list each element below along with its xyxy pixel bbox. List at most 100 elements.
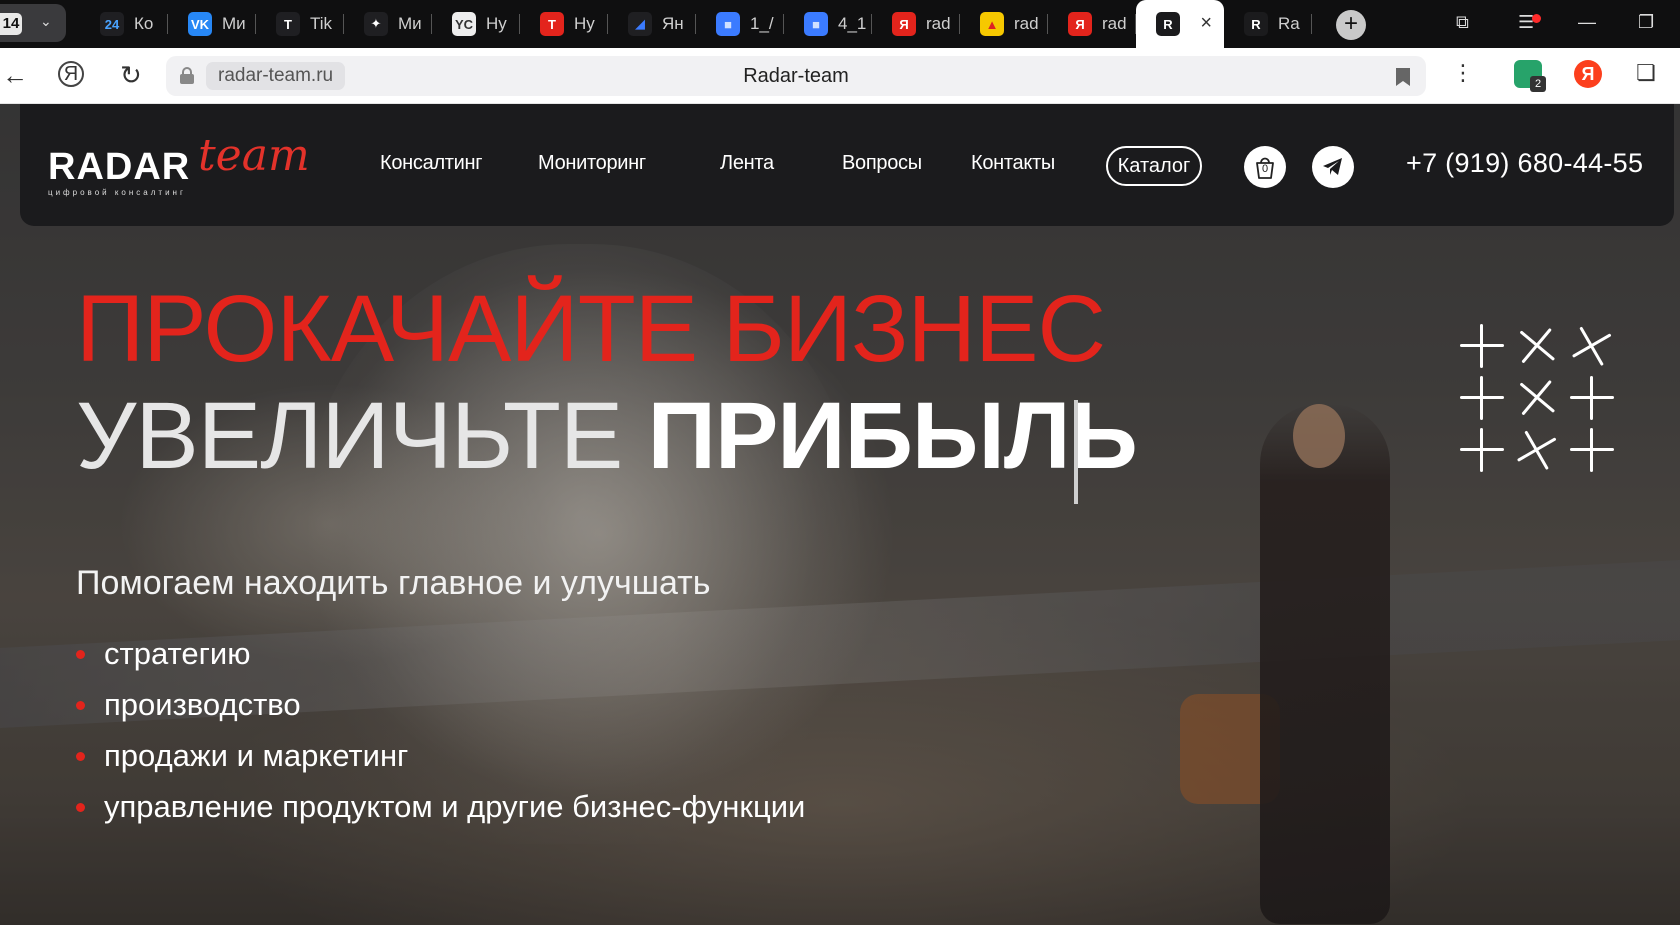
telegram-icon <box>1323 158 1342 175</box>
list-item: продажи и маркетинг <box>76 734 805 785</box>
sidebar-icon[interactable]: ❏ <box>1636 60 1656 86</box>
close-tab-icon[interactable]: × <box>1200 12 1212 35</box>
sparkle-icon <box>1506 367 1568 429</box>
url-bar[interactable]: radar-team.ru Radar-team <box>166 56 1426 96</box>
browser-tab-strip: 14 ⌄ 24 Ко VK Ми T Tik ✦ Ми YC Ну T Ну ◢ Ян ■ 1_/ ■ 4_1 Яr… <box>0 0 1680 48</box>
nav-consulting[interactable]: Консалтинг <box>380 152 483 175</box>
catalog-button[interactable]: Каталог <box>1106 146 1202 186</box>
bookmarks-panel-icon[interactable]: ⧉ <box>1456 12 1469 33</box>
bullet-dot-icon <box>76 650 85 659</box>
reload-icon[interactable]: ↻ <box>120 60 142 90</box>
yandex-account-icon[interactable]: Я <box>1574 60 1602 88</box>
tab-label: rad <box>1102 14 1127 33</box>
browser-tab[interactable]: T Tik <box>256 0 344 48</box>
cart-button[interactable]: 0 <box>1244 146 1286 188</box>
browser-tab[interactable]: ◢ Ян <box>608 0 696 48</box>
browser-tab[interactable]: R × <box>1136 0 1224 48</box>
tab-favicon-icon: Я <box>1068 12 1092 36</box>
browser-tab[interactable]: R Ra <box>1224 0 1312 48</box>
page-title: Radar-team <box>743 65 849 87</box>
tab-label: Ну <box>486 14 507 33</box>
more-options-icon[interactable]: ⋮ <box>1452 60 1474 86</box>
tab-favicon-icon: ◢ <box>628 12 652 36</box>
header-phone[interactable]: +7 (919) 680-44-55 <box>1406 148 1643 179</box>
browser-tab[interactable]: ▲ rad <box>960 0 1048 48</box>
tab-favicon-icon: ■ <box>804 12 828 36</box>
browser-tab[interactable]: 24 Ко <box>80 0 168 48</box>
tab-group-button[interactable]: 14 ⌄ <box>0 4 66 42</box>
logo-wordmark: RADAR <box>48 146 191 188</box>
address-toolbar: ← Я ↻ radar-team.ru Radar-team ⋮ 2 Я ❏ <box>0 48 1680 104</box>
minimize-button[interactable]: — <box>1578 12 1596 33</box>
tab-favicon-icon: T <box>540 12 564 36</box>
tab-label: Ко <box>134 14 154 33</box>
hero-section: RADAR team цифровой консалтинг Консалтин… <box>0 104 1680 925</box>
bullet-dot-icon <box>76 752 85 761</box>
tab-list: 24 Ко VK Ми T Tik ✦ Ми YC Ну T Ну ◢ Ян ■ 1_/ ■ 4_1 Яrad ▲ ra… <box>80 0 1312 48</box>
browser-tab[interactable]: ■ 4_1 <box>784 0 872 48</box>
restore-button[interactable]: ❐ <box>1638 12 1654 33</box>
sparkle-icon <box>1570 428 1614 472</box>
sparkle-icon <box>1507 420 1567 480</box>
nav-contacts[interactable]: Контакты <box>971 152 1055 175</box>
extension-badge: 2 <box>1530 76 1546 92</box>
tab-label: Ми <box>222 14 246 33</box>
tab-favicon-icon: ▲ <box>980 12 1004 36</box>
browser-tab[interactable]: ✦ Ми <box>344 0 432 48</box>
sparkle-icon <box>1460 376 1504 420</box>
tab-label: rad <box>1014 14 1039 33</box>
browser-tab[interactable]: T Ну <box>520 0 608 48</box>
back-arrow-icon[interactable]: ← <box>2 60 28 90</box>
tab-label: 1_/ <box>750 14 774 33</box>
list-item: стратегию <box>76 632 805 683</box>
bullet-dot-icon <box>76 701 85 710</box>
site-header: RADAR team цифровой консалтинг Консалтин… <box>20 104 1674 226</box>
tab-label: Ну <box>574 14 595 33</box>
tab-favicon-icon: R <box>1244 12 1268 36</box>
tab-label: 4_1 <box>838 14 867 33</box>
tab-count: 14 <box>0 13 22 35</box>
browser-tab[interactable]: Яrad <box>872 0 960 48</box>
tab-favicon-icon: T <box>276 12 300 36</box>
tab-favicon-icon: 24 <box>100 12 124 36</box>
nav-questions[interactable]: Вопросы <box>842 152 922 175</box>
lock-icon[interactable] <box>180 67 194 84</box>
tab-favicon-icon: R <box>1156 12 1180 36</box>
site-logo[interactable]: RADAR team цифровой консалтинг <box>48 130 310 200</box>
hero-bullet-list: стратегию производство продажи и маркети… <box>76 632 805 836</box>
sparkle-decoration <box>1460 324 1630 484</box>
nav-monitoring[interactable]: Мониторинг <box>538 152 646 175</box>
bookmark-icon[interactable] <box>1396 68 1410 86</box>
bullet-dot-icon <box>76 803 85 812</box>
yandex-icon[interactable]: Я <box>58 61 84 87</box>
hero-headline-2: УВЕЛИЧЬТЕ ПРИБЫЛЬ <box>76 381 1138 491</box>
cart-count: 0 <box>1261 163 1269 175</box>
sparkle-icon <box>1460 428 1504 472</box>
logo-tagline: цифровой консалтинг <box>48 188 186 197</box>
tab-label: Ян <box>662 14 684 33</box>
list-item: производство <box>76 683 805 734</box>
telegram-button[interactable] <box>1312 146 1354 188</box>
browser-tab[interactable]: ■ 1_/ <box>696 0 784 48</box>
tab-favicon-icon: YC <box>452 12 476 36</box>
tab-favicon-icon: Я <box>892 12 916 36</box>
sparkle-icon <box>1460 324 1504 368</box>
hero-headline-2-bold: ПРИБЫЛЬ <box>647 383 1138 489</box>
nav-feed[interactable]: Лента <box>720 152 774 175</box>
chevron-down-icon: ⌄ <box>40 13 52 29</box>
tab-favicon-icon: ■ <box>716 12 740 36</box>
sparkle-icon <box>1570 376 1614 420</box>
browser-tab[interactable]: VK Ми <box>168 0 256 48</box>
tab-favicon-icon: VK <box>188 12 212 36</box>
browser-tab[interactable]: YC Ну <box>432 0 520 48</box>
tab-favicon-icon: ✦ <box>364 12 388 36</box>
new-tab-button[interactable]: + <box>1336 10 1366 40</box>
browser-tab[interactable]: Яrad <box>1048 0 1136 48</box>
hero-headline-1: ПРОКАЧАЙТЕ БИЗНЕС <box>76 276 1106 382</box>
hero-subheading: Помогаем находить главное и улучшать <box>76 564 711 602</box>
sparkle-icon <box>1562 316 1622 376</box>
sparkle-icon <box>1506 315 1568 377</box>
url-domain[interactable]: radar-team.ru <box>206 62 346 90</box>
shield-extension-icon[interactable]: 2 <box>1514 60 1546 92</box>
notification-dot <box>1532 14 1541 23</box>
